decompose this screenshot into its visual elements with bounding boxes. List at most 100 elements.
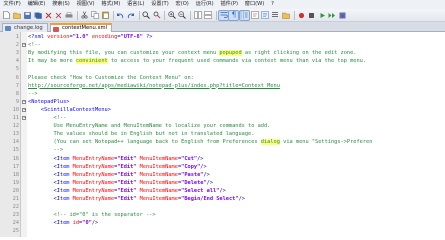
word-wrap-icon[interactable] bbox=[218, 9, 230, 21]
code-line: Use MenuEntryName and MenuItemName to lo… bbox=[28, 122, 271, 130]
code-token: MenuEntryName bbox=[72, 171, 115, 178]
play-macro-icon[interactable] bbox=[318, 11, 327, 20]
line-number: 21 bbox=[12, 196, 19, 202]
toolbar-separator bbox=[164, 10, 166, 20]
line-number: 19 bbox=[12, 179, 19, 186]
code-token: to access to your frequent used commands… bbox=[107, 58, 367, 65]
menu-item[interactable]: 文件(F) bbox=[0, 0, 24, 9]
code-token: "Paste" bbox=[181, 171, 204, 178]
new-file-icon[interactable] bbox=[2, 11, 11, 20]
tab-change-log[interactable]: change.log bbox=[2, 23, 48, 32]
fold-toggle[interactable]: − bbox=[22, 116, 26, 120]
code-line: --> bbox=[28, 90, 38, 98]
toolbar-separator bbox=[190, 10, 192, 20]
menu-item[interactable]: 设置(T) bbox=[148, 0, 172, 9]
fold-toggle[interactable]: − bbox=[22, 107, 26, 112]
function-list-icon[interactable] bbox=[271, 11, 280, 20]
user-defined-language-icon[interactable] bbox=[250, 11, 259, 20]
code-line: <ScintillaContextMenu> bbox=[28, 106, 111, 114]
line-number: 1 bbox=[15, 34, 19, 40]
menu-item[interactable]: 运行(R) bbox=[192, 0, 217, 9]
fold-toggle[interactable]: − bbox=[22, 43, 26, 48]
menu-item[interactable]: 视图(V) bbox=[73, 0, 98, 9]
code-token: MenuEntryName bbox=[72, 155, 115, 162]
menu-item[interactable]: 语言(L) bbox=[124, 0, 148, 9]
code-token: MenuItemName bbox=[139, 163, 178, 170]
code-line: --> bbox=[28, 146, 64, 154]
code-token: <Item bbox=[28, 171, 73, 178]
code-line: <NotepadPlus> bbox=[28, 98, 69, 106]
code-line: The values should be in English but not … bbox=[28, 130, 255, 138]
code-token: encoding bbox=[91, 34, 118, 40]
menu-item[interactable]: 搜索(S) bbox=[49, 0, 74, 9]
code-token: MenuItemName bbox=[139, 179, 178, 186]
run-macro-multiple-icon[interactable] bbox=[328, 11, 337, 20]
open-folder-icon[interactable] bbox=[12, 11, 21, 20]
line-number: 16 bbox=[12, 155, 19, 162]
sync-vertical-scroll-icon[interactable] bbox=[193, 11, 202, 20]
show-all-characters-icon[interactable]: ¶ bbox=[228, 9, 240, 21]
cut-icon[interactable] bbox=[80, 11, 89, 20]
find-icon[interactable] bbox=[142, 11, 151, 20]
code-token: By modifying this file, you can customiz… bbox=[28, 50, 220, 57]
close-all-icon[interactable] bbox=[54, 11, 63, 20]
redo-icon[interactable] bbox=[126, 11, 135, 20]
replace-icon[interactable] bbox=[152, 11, 161, 20]
toolbar-separator bbox=[112, 10, 114, 20]
code-token: <Item bbox=[28, 155, 73, 162]
sync-horizontal-scroll-icon[interactable] bbox=[204, 11, 213, 20]
fold-toggle[interactable]: − bbox=[22, 99, 26, 104]
stop-macro-icon[interactable] bbox=[307, 11, 316, 20]
paste-icon[interactable] bbox=[101, 11, 110, 20]
copy-icon[interactable] bbox=[90, 11, 99, 20]
zoom-in-icon[interactable] bbox=[167, 11, 176, 20]
undo-icon[interactable] bbox=[116, 11, 125, 20]
print-icon[interactable] bbox=[64, 11, 73, 20]
zoom-out-icon[interactable] bbox=[178, 11, 187, 20]
menu-item[interactable]: ? bbox=[268, 0, 278, 9]
save-macro-icon[interactable] bbox=[338, 11, 347, 20]
line-number: 9 bbox=[15, 98, 19, 105]
code-line: <Item id="0"/> bbox=[28, 219, 99, 227]
code-token: <NotepadPlus> bbox=[28, 98, 70, 105]
code-view[interactable]: <?xml version="1.0" encoding="UTF-8" ?> <… bbox=[28, 32, 445, 237]
menu-item[interactable]: 窗口(W) bbox=[241, 0, 267, 9]
editor-area[interactable]: 1 2 3 4 5 6 7 8 9 10 11 12 13 14 15 16 17 18 19 20 21 22 23 24 2… bbox=[0, 32, 445, 237]
menu-item[interactable]: 编辑(E) bbox=[24, 0, 48, 9]
code-line: <Item MenuEntryName="Edit" MenuItemName=… bbox=[28, 179, 214, 187]
code-token: /> bbox=[203, 171, 210, 178]
code-line: It may be more convinient to access to y… bbox=[28, 57, 366, 65]
code-token: <Item bbox=[28, 179, 73, 186]
save-all-icon[interactable] bbox=[33, 11, 42, 20]
tab-context-menu-xml[interactable]: contextMenu.xml bbox=[50, 23, 113, 32]
indent-guide-icon[interactable] bbox=[238, 9, 250, 21]
code-token: MenuEntryName bbox=[72, 163, 115, 170]
code-line: <!-- id="0" is the separator --> bbox=[28, 211, 156, 219]
code-line: By modifying this file, you can customiz… bbox=[28, 49, 356, 57]
code-token: "Edit" bbox=[117, 163, 137, 170]
code-token: /> bbox=[197, 155, 204, 162]
code-line: <Item MenuEntryName="Edit" MenuItemName=… bbox=[28, 155, 204, 163]
line-number-gutter: 1 2 3 4 5 6 7 8 9 10 11 12 13 14 15 16 17 18 19 20 21 22 23 24 2… bbox=[0, 32, 21, 237]
record-macro-icon[interactable] bbox=[297, 11, 306, 20]
code-token: --> bbox=[28, 90, 38, 97]
tab-label: contextMenu.xml bbox=[62, 25, 108, 31]
code-token: <!-- bbox=[28, 115, 67, 121]
menu-item[interactable]: 插件(P) bbox=[217, 0, 241, 9]
menu-item[interactable]: 宏(O) bbox=[172, 0, 192, 9]
menu-item[interactable]: 格式(M) bbox=[98, 0, 124, 9]
code-token: Use MenuEntryName and MenuItemName to lo… bbox=[28, 123, 271, 130]
code-token: MenuItemName bbox=[139, 171, 178, 178]
line-number: 10 bbox=[12, 106, 19, 113]
code-token: popuped bbox=[219, 50, 242, 57]
code-token: "Edit" bbox=[117, 155, 137, 162]
code-token: <!-- bbox=[28, 42, 41, 49]
folder-as-workspace-icon[interactable] bbox=[281, 11, 290, 20]
code-token: "UTF-8" bbox=[120, 34, 143, 40]
document-map-icon[interactable] bbox=[261, 11, 270, 20]
close-file-icon[interactable] bbox=[44, 11, 53, 20]
line-number: 5 bbox=[15, 66, 19, 73]
toolbar-separator bbox=[293, 10, 295, 20]
save-icon[interactable] bbox=[23, 11, 32, 20]
code-token: "Select all" bbox=[181, 187, 220, 194]
